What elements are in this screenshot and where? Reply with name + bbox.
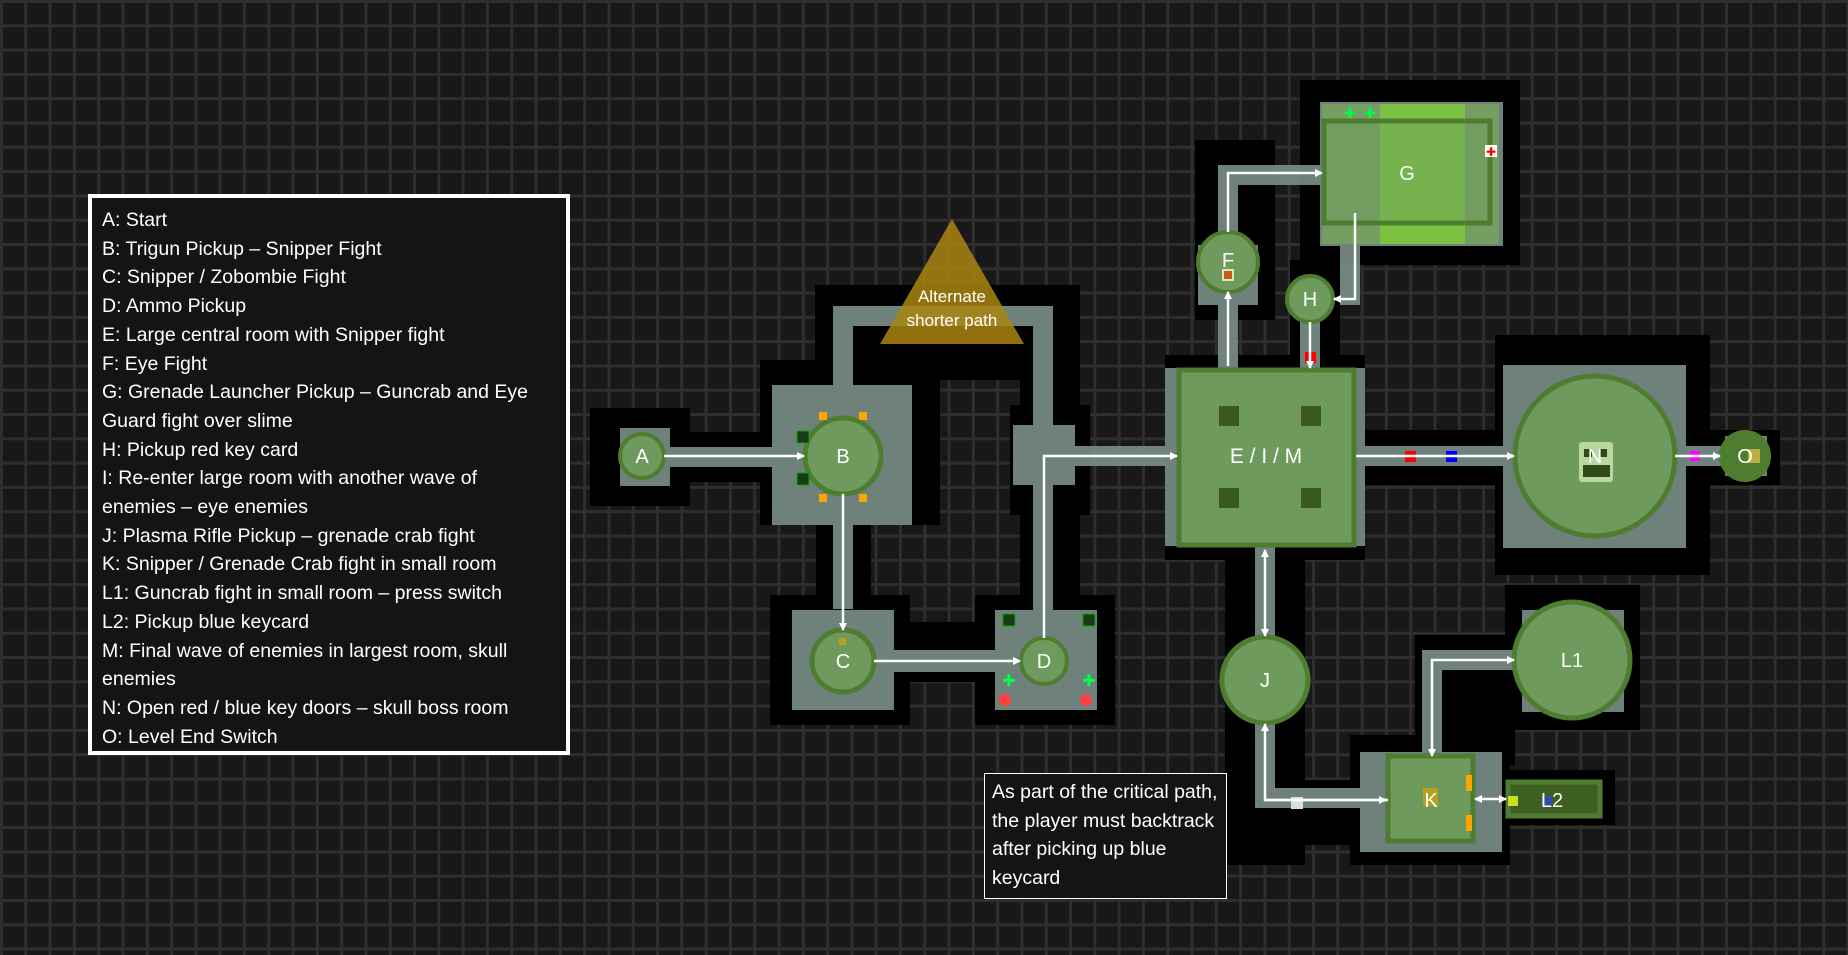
label-j: J — [1260, 670, 1270, 692]
label-d: D — [1037, 651, 1051, 673]
ammo-marker — [859, 412, 867, 420]
legend-entry: C: Snipper / Zobombie Fight — [102, 266, 346, 289]
health-icon: ✚ — [1002, 671, 1015, 690]
legend-entry: L2: Pickup blue keycard — [102, 610, 310, 633]
legend-entry: O: Level End Switch — [102, 725, 278, 748]
switch-icon — [1508, 796, 1518, 806]
turret-icon — [1082, 613, 1096, 627]
legend-entry: K: Snipper / Grenade Crab fight in small… — [102, 553, 497, 576]
label-f: F — [1222, 250, 1234, 272]
label-b: B — [836, 446, 849, 468]
label-c: C — [836, 651, 850, 673]
legend-entry: J: Plasma Rifle Pickup – grenade crab fi… — [102, 524, 475, 547]
label-l1: L1 — [1561, 650, 1583, 672]
label-l2: L2 — [1541, 790, 1563, 812]
legend-entry: N: Open red / blue key doors – skull bos… — [102, 696, 509, 719]
ammo-marker — [819, 412, 827, 420]
turret-icon — [796, 472, 810, 486]
corridor-alt-east — [1033, 306, 1053, 426]
corridor-j-k-east — [1255, 788, 1360, 808]
legend-entry: H: Pickup red key card — [102, 438, 299, 461]
legend-panel: A: Start B: Trigun Pickup – Snipper Figh… — [88, 194, 570, 755]
legend-entry: M: Final wave of enemies in largest room… — [102, 639, 508, 691]
label-k: K — [1424, 790, 1438, 812]
alternate-path-line2: shorter path — [907, 311, 998, 330]
turret-icon — [1002, 613, 1016, 627]
legend-entry: G: Grenade Launcher Pickup – Guncrab and… — [102, 381, 529, 432]
corridor-g-h — [1340, 240, 1360, 305]
alternate-path-line1: Alternate — [918, 287, 986, 306]
label-h: H — [1303, 289, 1317, 311]
ammo-marker — [859, 494, 867, 502]
legend-entry: I: Re-enter large room with another wave… — [102, 467, 478, 519]
medkit-cross-icon: ✚ — [1486, 145, 1496, 159]
alternate-path-callout: Alternate shorter path — [880, 219, 1024, 344]
health-icon: ✚ — [1364, 106, 1376, 122]
ammo-marker — [819, 494, 827, 502]
red-orb-icon — [1080, 694, 1092, 706]
label-g: G — [1399, 163, 1415, 185]
corridor-f-g — [1218, 165, 1328, 185]
legend-entry: A: Start — [102, 209, 168, 231]
label-a: A — [635, 446, 649, 468]
label-n: N — [1588, 446, 1602, 468]
legend-entry: F: Eye Fight — [102, 352, 208, 375]
backtrack-note: As part of the critical path, the player… — [984, 773, 1227, 899]
label-o: O — [1737, 446, 1753, 468]
ammo-marker — [1466, 775, 1472, 791]
legend-entry: E: Large central room with Snipper fight — [102, 323, 445, 346]
legend-entry: B: Trigun Pickup – Snipper Fight — [102, 237, 382, 260]
legend-entry: D: Ammo Pickup — [102, 295, 247, 318]
legend-entry: L1: Guncrab fight in small room – press … — [102, 582, 502, 605]
red-orb-icon — [999, 694, 1011, 706]
ammo-marker — [1466, 815, 1472, 831]
label-e-i-m: E / I / M — [1230, 445, 1302, 468]
turret-icon — [796, 430, 810, 444]
pickup-marker — [839, 638, 846, 645]
health-icon: ✚ — [1082, 671, 1095, 690]
health-icon: ✚ — [1344, 106, 1356, 122]
